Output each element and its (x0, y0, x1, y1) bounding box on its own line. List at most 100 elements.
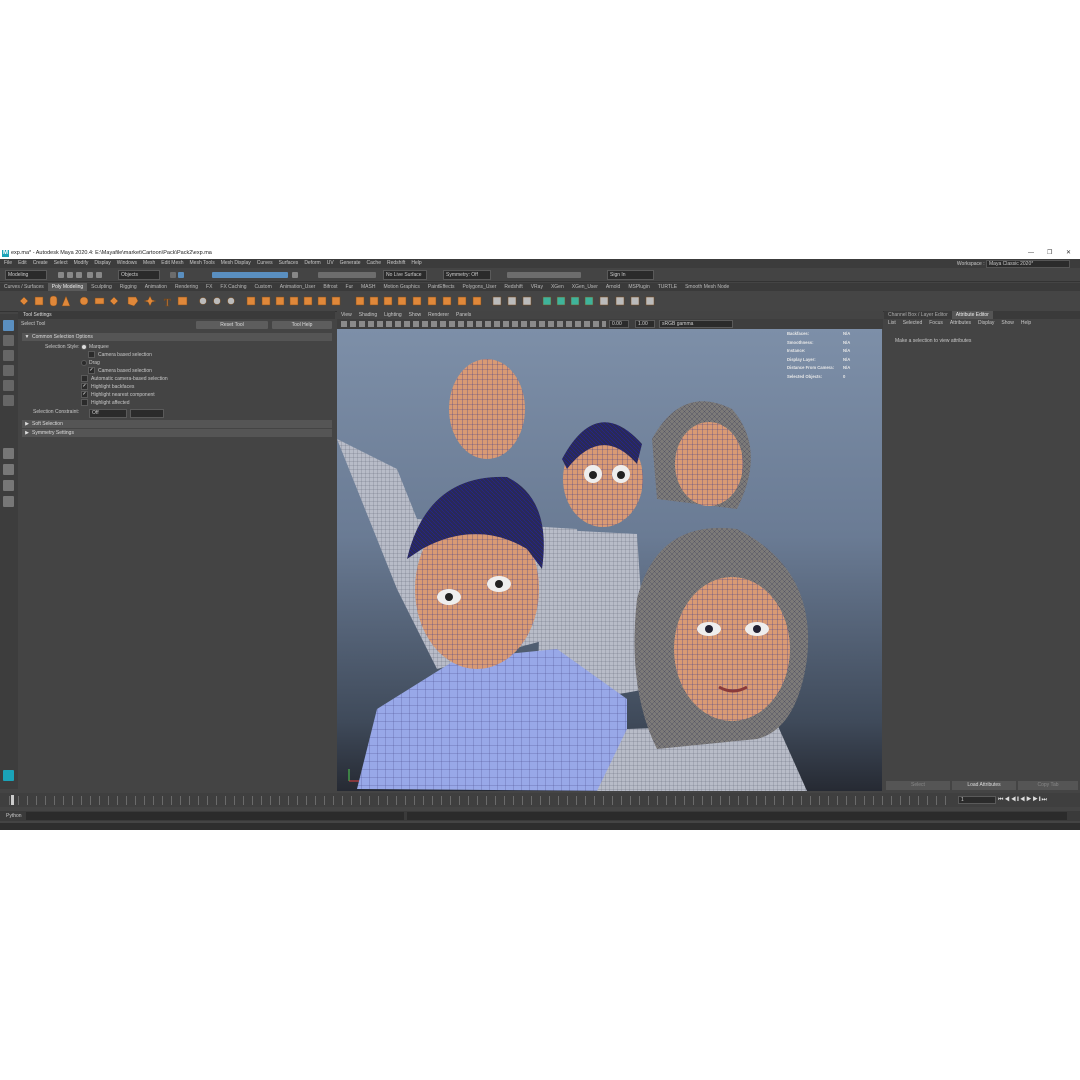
drag-radio[interactable]: Drag (81, 359, 100, 367)
four-view-layout-icon[interactable] (3, 464, 14, 475)
time-slider[interactable]: 1 ⏮◀◀❙◀▶▶❙⏭ (0, 793, 1080, 807)
target-weld-icon[interactable] (472, 296, 482, 306)
unfold-icon[interactable] (630, 296, 640, 306)
outliner-icon[interactable] (3, 496, 14, 507)
redo-icon[interactable] (96, 272, 102, 278)
sign-in-button[interactable]: Sign In (607, 270, 654, 280)
perspective-viewport[interactable]: Backfaces: N/A Smoothness: N/A Instance: N/… (337, 329, 882, 791)
menu-deform[interactable]: Deform (304, 259, 320, 268)
select-by-object-icon[interactable] (178, 272, 184, 278)
shelf-tab[interactable]: Arnold (602, 283, 624, 291)
selection-constraint-dropdown[interactable]: Off (89, 409, 127, 418)
color-space-dropdown[interactable]: sRGB gamma (659, 320, 733, 328)
selection-mask-icons[interactable] (212, 272, 288, 278)
shelf-tab[interactable]: XGen (547, 283, 568, 291)
menu-set-dropdown[interactable]: Modeling (5, 270, 47, 280)
menu-curves[interactable]: Curves (257, 259, 273, 268)
shelf-tab[interactable]: Animation (141, 283, 171, 291)
poly-cone-icon[interactable] (61, 295, 71, 307)
viewport-toolbar-icons[interactable] (341, 321, 606, 327)
scale-tool-icon[interactable] (3, 395, 14, 406)
poly-plane-icon[interactable] (94, 297, 105, 305)
workspace-selector[interactable]: Workspace : Maya Classic 2020* (957, 260, 1070, 268)
load-attributes-button[interactable]: Load Attributes (952, 781, 1016, 790)
automatic-uv-icon[interactable] (584, 296, 594, 306)
shelf-tab[interactable]: Fur (342, 283, 358, 291)
shelf-tab[interactable]: Sculpting (87, 283, 116, 291)
menu-help[interactable]: Help (411, 259, 421, 268)
command-input[interactable] (26, 812, 404, 820)
spherical-uv-icon[interactable] (570, 296, 580, 306)
select-by-hierarchy-icon[interactable] (170, 272, 176, 278)
ae-menu-show[interactable]: Show (1001, 320, 1014, 326)
ae-menu-attributes[interactable]: Attributes (950, 320, 971, 326)
workspace-dropdown[interactable]: Maya Classic 2020* (986, 260, 1070, 268)
menu-modify[interactable]: Modify (74, 259, 89, 268)
open-scene-icon[interactable] (67, 272, 73, 278)
viewport-menu-view[interactable]: View (341, 312, 352, 318)
poly-cube-icon[interactable] (34, 296, 44, 306)
separate-icon[interactable] (227, 297, 235, 305)
menu-mesh-display[interactable]: Mesh Display (221, 259, 251, 268)
undo-icon[interactable] (87, 272, 93, 278)
quad-draw-icon[interactable] (522, 296, 532, 306)
viewport-menu-lighting[interactable]: Lighting (384, 312, 402, 318)
save-scene-icon[interactable] (76, 272, 82, 278)
super-shape-icon[interactable] (143, 295, 157, 307)
shelf-tab[interactable]: Motion Graphics (379, 283, 423, 291)
viewport-menu-renderer[interactable]: Renderer (428, 312, 449, 318)
bevel-icon[interactable] (289, 296, 299, 306)
tab-channel-box[interactable]: Channel Box / Layer Editor (884, 311, 952, 319)
symmetry-settings-frame[interactable]: ▶ Symmetry Settings (22, 429, 332, 437)
insert-edge-loop-icon[interactable] (492, 296, 502, 306)
copy-tab-button[interactable]: Copy Tab (1018, 781, 1078, 790)
camera-based-drag-checkbox[interactable]: ✓ Camera based selection (88, 367, 152, 375)
menu-file[interactable]: File (4, 259, 12, 268)
viewport-menu-shading[interactable]: Shading (359, 312, 377, 318)
new-scene-icon[interactable] (58, 272, 64, 278)
shelf-tab[interactable]: Rendering (171, 283, 202, 291)
grandma-model[interactable] (652, 401, 751, 509)
connect-icon[interactable] (412, 296, 422, 306)
shelf-tab[interactable]: PaintEffects (424, 283, 459, 291)
viewport-menu-panels[interactable]: Panels (456, 312, 471, 318)
multi-cut-icon[interactable] (199, 297, 207, 305)
minimize-button[interactable]: — (1028, 248, 1034, 259)
shelf-tab[interactable]: Animation_User (276, 283, 320, 291)
shelf-tab[interactable]: Curves / Surfaces (0, 283, 48, 291)
menu-edit-mesh[interactable]: Edit Mesh (161, 259, 183, 268)
current-frame-field[interactable]: 1 (958, 796, 996, 804)
shelf-tab[interactable]: Rigging (116, 283, 141, 291)
detach-icon[interactable] (427, 296, 437, 306)
viewport-menu-show[interactable]: Show (409, 312, 422, 318)
close-button[interactable]: ✕ (1066, 248, 1071, 259)
marquee-radio[interactable]: Marquee (81, 343, 109, 351)
menu-redshift[interactable]: Redshift (387, 259, 405, 268)
persp-outliner-layout-icon[interactable] (3, 480, 14, 491)
menu-mesh[interactable]: Mesh (143, 259, 155, 268)
highlight-backfaces-checkbox[interactable]: ✓ Highlight backfaces (81, 383, 134, 391)
ae-select-button[interactable]: Select (886, 781, 950, 790)
render-icons[interactable] (507, 272, 581, 278)
collapse-icon[interactable] (397, 296, 407, 306)
menu-select[interactable]: Select (54, 259, 68, 268)
ae-menu-help[interactable]: Help (1021, 320, 1031, 326)
shelf-tab[interactable]: MSPlugin (624, 283, 653, 291)
tab-attribute-editor[interactable]: Attribute Editor (951, 311, 993, 319)
restore-button[interactable]: ❐ (1047, 248, 1052, 259)
svg-tool-icon[interactable] (177, 296, 188, 306)
flip-icon[interactable] (442, 296, 452, 306)
snap-icons[interactable] (318, 272, 376, 278)
paint-select-tool-icon[interactable] (3, 350, 14, 361)
constraint-value-field[interactable] (130, 409, 164, 418)
camera-based-checkbox[interactable]: Camera based selection (88, 351, 152, 359)
shelf-tab-active[interactable]: Poly Modeling (47, 283, 88, 291)
common-selection-frame[interactable]: ▼ Common Selection Options (22, 333, 332, 341)
cylindrical-uv-icon[interactable] (556, 296, 566, 306)
type-tool-icon[interactable]: T (164, 297, 172, 310)
uv-editor-icon[interactable] (599, 296, 609, 306)
lock-selection-icon[interactable] (292, 272, 298, 278)
poly-disc-icon[interactable] (109, 296, 119, 306)
tool-help-button[interactable]: Tool Help (272, 321, 332, 329)
menu-cache[interactable]: Cache (367, 259, 381, 268)
